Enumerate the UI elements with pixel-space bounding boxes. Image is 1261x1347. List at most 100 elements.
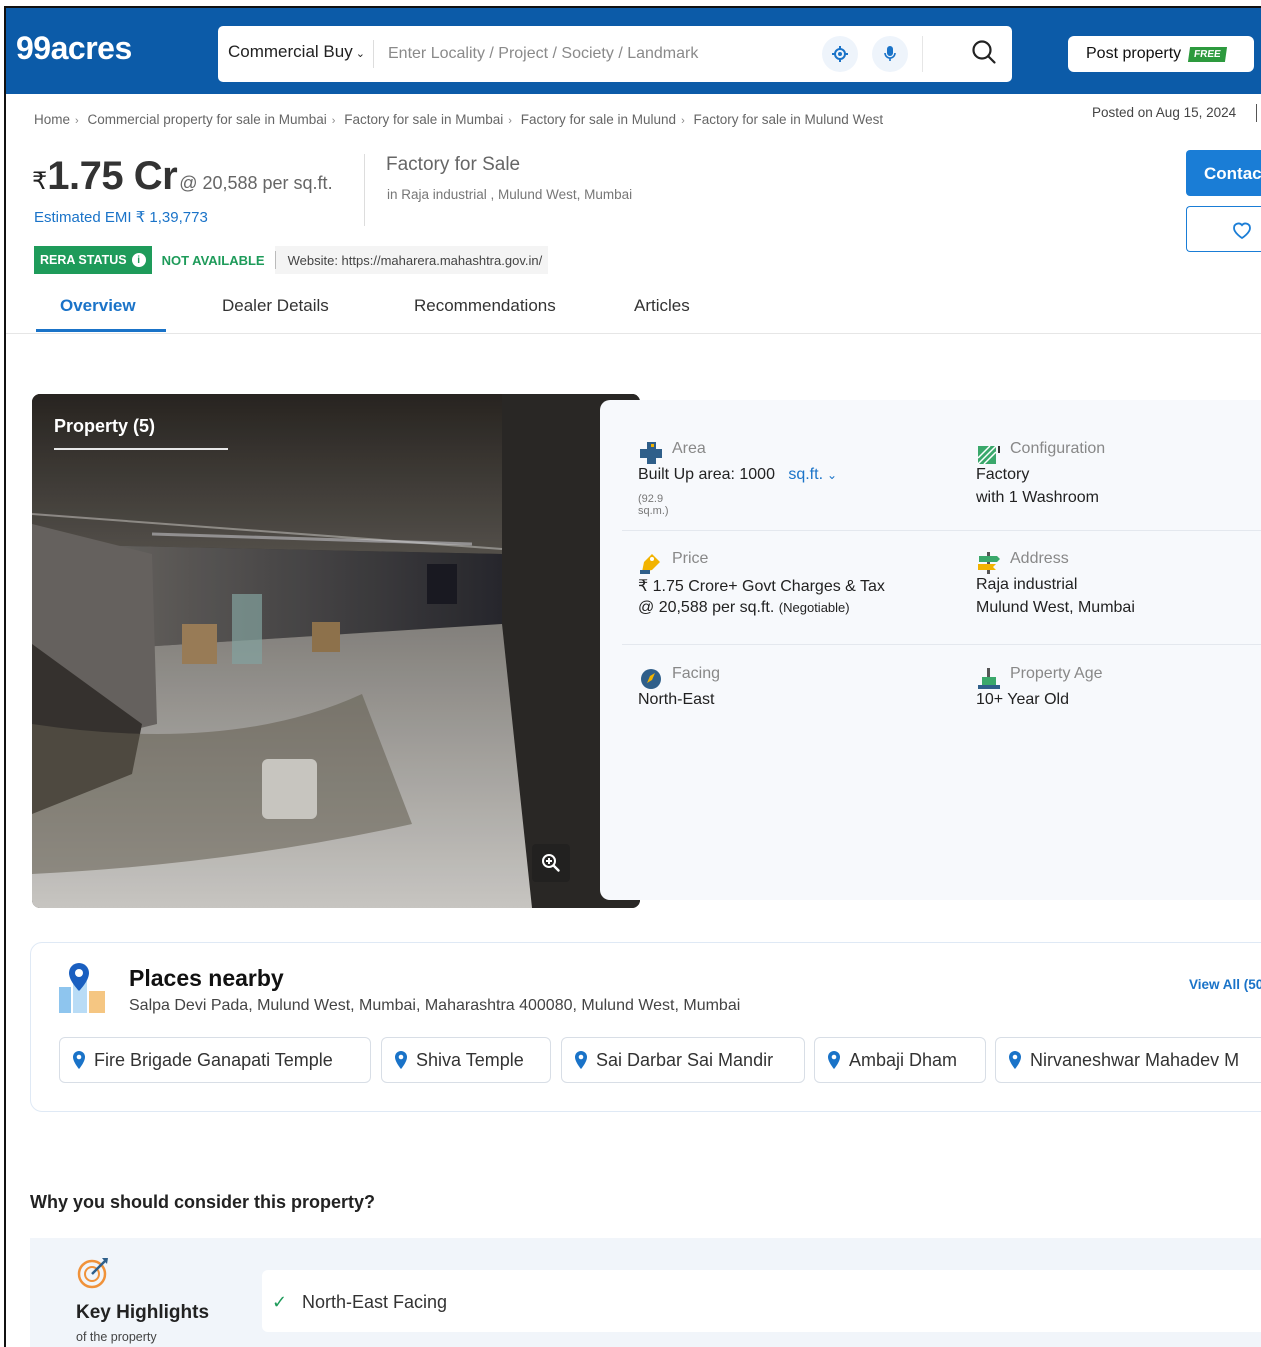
nearby-place-chip[interactable]: Nirvaneshwar Mahadev M [995, 1037, 1261, 1083]
photo-count-label[interactable]: Property (5) [54, 416, 155, 437]
breadcrumb-item[interactable]: Factory for sale in Mulund [521, 112, 676, 127]
chevron-right-icon: › [331, 115, 336, 127]
configuration-label: Configuration [1010, 440, 1106, 457]
photo-label-underline [54, 448, 228, 450]
contact-button[interactable]: Contact [1186, 150, 1261, 196]
location-pin-icon [575, 1051, 587, 1069]
facing-label: Facing [672, 665, 721, 682]
nearby-place-name: Ambaji Dham [849, 1049, 958, 1070]
nearby-place-chip[interactable]: Shiva Temple [381, 1037, 551, 1083]
price-tag-icon [640, 554, 660, 574]
configuration-type: Factory [976, 466, 1030, 483]
page: 99acres Commercial Buy⌄ Post property FR… [4, 6, 1261, 1347]
breadcrumb-item[interactable]: Commercial property for sale in Mumbai [87, 112, 326, 127]
property-location: in Raja industrial , Mulund West, Mumbai [387, 187, 633, 202]
chevron-right-icon: › [75, 115, 79, 127]
tab-overview[interactable]: Overview [60, 296, 136, 316]
chevron-right-icon: › [681, 115, 685, 127]
chevron-down-icon[interactable]: ⌄ [827, 468, 837, 482]
post-property-button[interactable]: Post property FREE [1068, 36, 1254, 72]
nearby-place-chip[interactable]: Sai Darbar Sai Mandir [561, 1037, 805, 1083]
target-icon [77, 1258, 108, 1289]
category-label: Commercial Buy [228, 42, 353, 61]
rera-status-value: NOT AVAILABLE [151, 246, 275, 274]
check-icon: ✓ [272, 1292, 288, 1312]
breadcrumb-item[interactable]: Home [34, 112, 70, 127]
breadcrumb: Home › Commercial property for sale in Mu… [34, 112, 885, 127]
address-line1: Raja industrial [976, 576, 1078, 593]
location-pin-icon [828, 1051, 840, 1069]
nearby-place-chip[interactable]: Ambaji Dham [814, 1037, 986, 1083]
property-title: Factory for Sale [386, 154, 521, 175]
breadcrumb-item[interactable]: Factory for sale in Mumbai [344, 112, 503, 127]
tab-articles[interactable]: Articles [634, 296, 690, 316]
why-consider-heading: Why you should consider this property? [30, 1192, 376, 1212]
places-nearby-address: Salpa Devi Pada, Mulund West, Mumbai, Ma… [129, 997, 741, 1014]
address-label: Address [1010, 550, 1069, 567]
breadcrumb-item[interactable]: Factory for sale in Mulund West [694, 112, 884, 127]
rera-strip: RERA STATUS i NOT AVAILABLE Website: http… [34, 246, 549, 274]
divider [622, 530, 1261, 531]
divider [364, 154, 365, 226]
price-label: Price [672, 550, 709, 567]
signpost-icon [978, 552, 1000, 574]
property-age-label: Property Age [1010, 665, 1103, 682]
shortlist-button[interactable] [1186, 206, 1261, 252]
divider [922, 36, 923, 72]
compass-icon [641, 669, 661, 689]
highlight-item: ✓ North-East Facing [272, 1292, 448, 1313]
unit-dropdown[interactable]: sq.ft. [788, 466, 823, 483]
nearby-place-name: Sai Darbar Sai Mandir [596, 1049, 774, 1070]
nearby-place-name: Fire Brigade Ganapati Temple [94, 1049, 333, 1070]
area-icon [640, 442, 662, 464]
nearby-place-name: Nirvaneshwar Mahadev M [1030, 1049, 1240, 1070]
places-nearby-title: Places nearby [129, 965, 284, 991]
area-sqm: (92.9 sq.m.) [638, 493, 669, 517]
building-age-icon [978, 668, 1000, 689]
area-value: Built Up area: 1000 [638, 466, 775, 483]
active-tab-indicator [36, 329, 166, 332]
area-label: Area [672, 440, 706, 457]
search-input[interactable] [388, 40, 808, 68]
location-pin-icon [73, 1051, 85, 1069]
key-highlights-title: Key Highlights [76, 1302, 210, 1323]
key-highlights-section: Key Highlights of the property ✓ North-E… [30, 1238, 1261, 1347]
configuration-washroom: with 1 Washroom [976, 489, 1099, 506]
negotiable-note: (Negotiable) [778, 600, 850, 615]
configuration-icon [977, 445, 1000, 465]
search-icon[interactable] [970, 38, 998, 71]
rera-website[interactable]: Website: https://maharera.mahashtra.gov.… [276, 253, 549, 268]
address-line2: Mulund West, Mumbai [976, 599, 1135, 616]
highlight-text: North-East Facing [302, 1292, 448, 1312]
price-rate: @ 20,588 per sq.ft. [638, 599, 775, 616]
top-navbar: 99acres Commercial Buy⌄ Post property FR… [6, 8, 1261, 94]
price-block: ₹1.75 Cr @ 20,588 per sq.ft. [32, 154, 333, 199]
rera-status-badge: RERA STATUS i [34, 246, 152, 274]
nearby-place-chip[interactable]: Fire Brigade Ganapati Temple [59, 1037, 371, 1083]
tab-dealer-details[interactable]: Dealer Details [222, 296, 329, 316]
view-all-link[interactable]: View All (50 [1189, 977, 1261, 992]
site-logo[interactable]: 99acres [16, 30, 132, 67]
price-per-sqft: @ 20,588 per sq.ft. [179, 173, 333, 193]
price-total: ₹ 1.75 Crore+ Govt Charges & Tax [638, 578, 885, 595]
chevron-down-icon: ⌄ [355, 48, 365, 60]
post-property-label: Post property [1086, 45, 1182, 62]
divider [622, 644, 1261, 645]
nearby-place-name: Shiva Temple [416, 1049, 524, 1070]
heart-icon [1231, 220, 1253, 245]
chevron-right-icon: › [508, 115, 512, 127]
location-pin-icon [395, 1051, 407, 1069]
location-pin-icon [1009, 1051, 1021, 1069]
section-tabs: Overview Dealer Details Recommendations … [6, 286, 1261, 334]
property-age-value: 10+ Year Old [976, 691, 1069, 708]
divider [1256, 104, 1257, 122]
category-dropdown[interactable]: Commercial Buy ⌄ [228, 42, 365, 62]
property-photo[interactable]: Property (5) [32, 394, 640, 908]
tab-recommendations[interactable]: Recommendations [414, 296, 556, 316]
info-icon[interactable]: i [131, 253, 146, 267]
emi-link[interactable]: Estimated EMI ₹ 1,39,773 [34, 208, 208, 226]
microphone-icon[interactable] [872, 36, 908, 72]
divider [373, 40, 374, 68]
locate-me-icon[interactable] [822, 36, 858, 72]
zoom-in-icon[interactable] [532, 844, 570, 882]
